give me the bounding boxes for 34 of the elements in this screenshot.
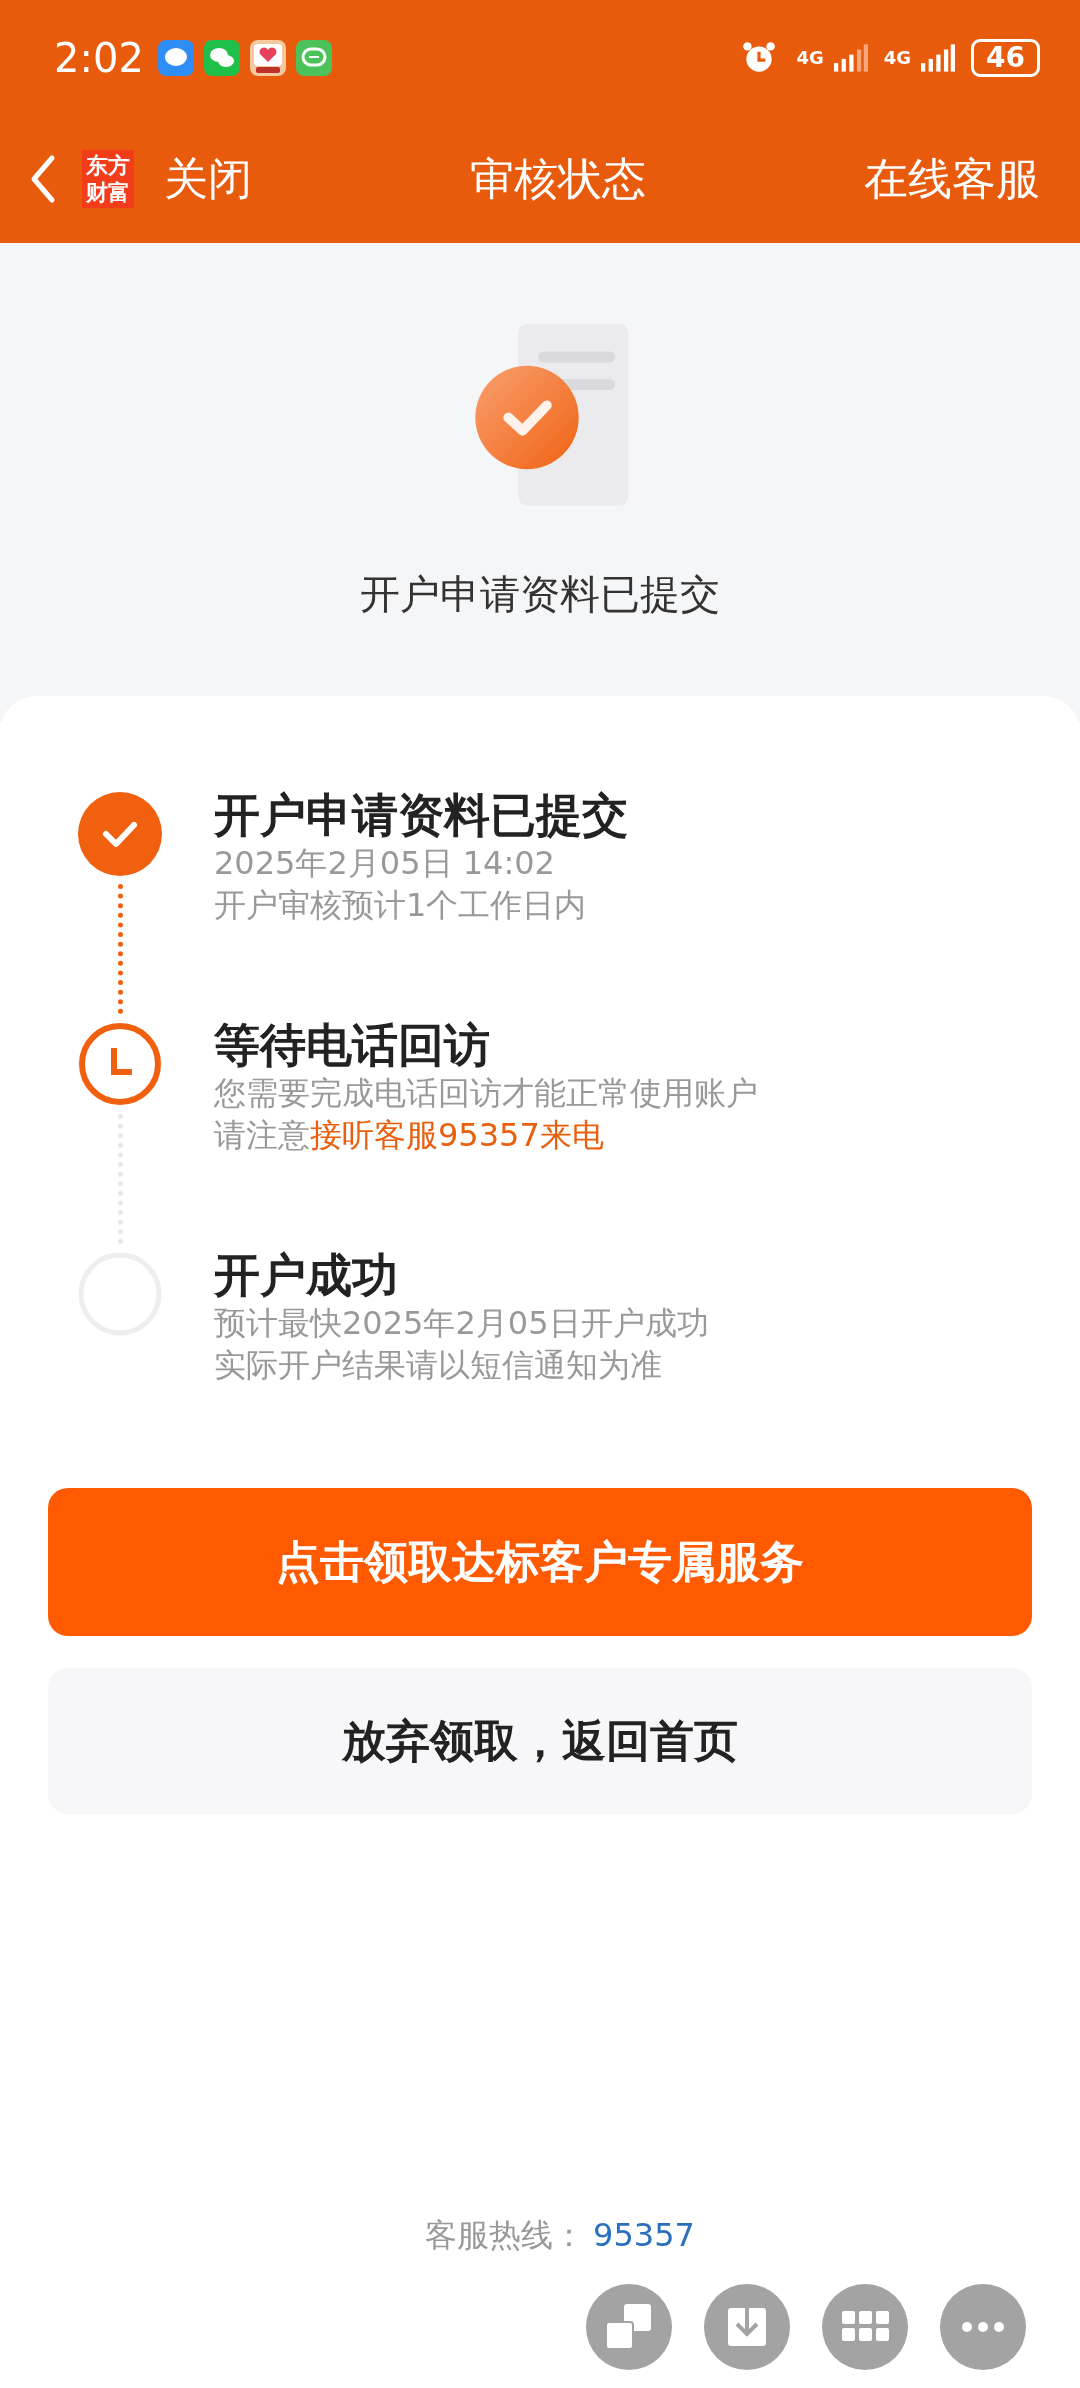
- battery-indicator: 46: [971, 38, 1040, 77]
- notification-icon: [295, 39, 332, 76]
- step-title: 开户成功: [214, 1248, 399, 1302]
- hotline-label: 客服热线：: [425, 2215, 586, 2256]
- step-description: 预计最快2025年2月05日开户成功: [214, 1303, 709, 1344]
- claim-service-button[interactable]: 点击领取达标客户专属服务: [48, 1488, 1032, 1636]
- notification-icon: [203, 39, 240, 76]
- step-description: 2025年2月05日 14:02: [214, 843, 556, 884]
- hotline-number-link[interactable]: 95357: [593, 2216, 695, 2254]
- clock-icon: [78, 1022, 162, 1106]
- status-time: 2:02: [54, 34, 144, 81]
- step-description: 实际开户结果请以短信通知为准: [214, 1345, 663, 1386]
- step-description: 开户审核预计1个工作日内: [214, 885, 588, 926]
- check-circle-icon: [78, 792, 162, 876]
- step-title: 开户申请资料已提交: [214, 788, 628, 842]
- submitted-caption: 开户申请资料已提交: [360, 570, 720, 619]
- online-service-link[interactable]: 在线客服: [864, 149, 1040, 209]
- app-logo: 东方 财富: [82, 150, 134, 208]
- step-title: 等待电话回访: [214, 1018, 491, 1072]
- step-description: 请注意接听客服95357来电: [214, 1115, 605, 1156]
- signal-icon: [833, 42, 868, 73]
- signal-icon: [921, 42, 956, 73]
- notification-icon: [249, 39, 286, 76]
- network-label: 4G: [883, 47, 912, 68]
- apps-grid-icon[interactable]: [822, 2284, 908, 2370]
- notification-icon: [157, 39, 194, 76]
- close-link[interactable]: 关闭: [164, 149, 252, 209]
- step-description: 您需要完成电话回访才能正常使用账户: [214, 1073, 758, 1114]
- more-icon[interactable]: [940, 2284, 1026, 2370]
- translate-icon[interactable]: [586, 2284, 672, 2370]
- page-title: 审核状态: [469, 151, 647, 206]
- download-icon[interactable]: [704, 2284, 790, 2370]
- network-label: 4G: [796, 47, 824, 68]
- return-home-button[interactable]: 放弃领取，返回首页: [48, 1668, 1032, 1814]
